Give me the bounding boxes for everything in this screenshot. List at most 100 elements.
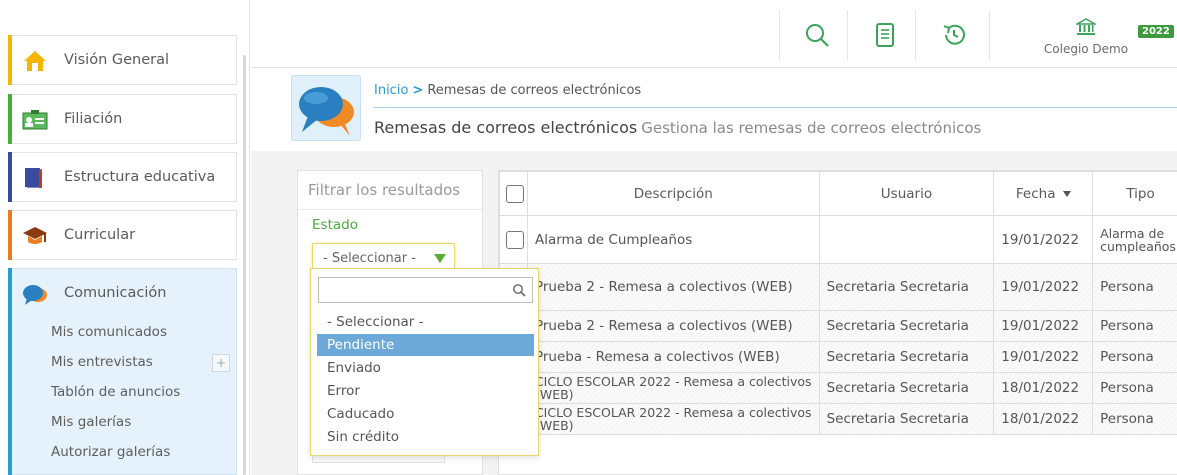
table-row[interactable]: CICLO ESCOLAR 2022 - Remesa a colectivos… <box>499 403 1177 435</box>
sidebar-subitem-autorizar-galerias[interactable]: Autorizar galerías <box>51 444 170 460</box>
graduation-cap-icon <box>23 227 47 244</box>
table-row[interactable]: Prueba 2 - Remesa a colectivos (WEB) Sec… <box>499 310 1177 342</box>
dropdown-search-input[interactable] <box>318 277 533 303</box>
column-header-usuario[interactable]: Usuario <box>818 171 995 216</box>
module-icon-box <box>291 75 361 141</box>
column-header-fecha[interactable]: Fecha <box>993 171 1094 216</box>
cell-usuario: Secretaria Secretaria <box>818 341 995 373</box>
cell-usuario: Secretaria Secretaria <box>818 403 995 435</box>
sidebar-item-color-bar <box>8 94 12 144</box>
sidebar-item-estructura-educativa[interactable]: Estructura educativa <box>8 152 237 202</box>
sidebar-scrollbar[interactable] <box>243 55 246 475</box>
filter-title: Filtrar los resultados <box>308 181 461 199</box>
chat-bubbles-icon <box>299 87 354 136</box>
cell-tipo: Persona <box>1092 310 1177 342</box>
school-name: Colegio Demo <box>1043 42 1129 56</box>
cell-tipo: Persona <box>1092 403 1177 435</box>
page-title-text: Remesas de correos electrónicos <box>374 118 638 137</box>
divider <box>915 10 916 60</box>
row-checkbox[interactable] <box>506 230 524 249</box>
cell-fecha: 18/01/2022 <box>993 403 1094 435</box>
sidebar-item-comunicacion[interactable]: Comunicación Mis comunicados Mis entrevi… <box>8 268 237 475</box>
dropdown-option-highlighted[interactable]: Pendiente <box>317 334 534 356</box>
dropdown-option[interactable]: Sin crédito <box>317 426 534 448</box>
sidebar-item-filiacion[interactable]: Filiación <box>8 94 237 144</box>
content-header: Inicio > Remesas de correos electrónicos R… <box>251 69 1177 151</box>
cell-fecha: 19/01/2022 <box>993 310 1094 342</box>
sidebar-subitem-mis-entrevistas[interactable]: Mis entrevistas <box>51 354 153 370</box>
column-header-descripcion[interactable]: Descripción <box>526 171 820 216</box>
divider <box>847 10 848 60</box>
top-bar: Colegio Demo <box>251 0 1177 68</box>
school-building-icon <box>1074 18 1098 35</box>
sidebar-subitem-tablon-anuncios[interactable]: Tablón de anuncios <box>51 384 180 400</box>
divider <box>989 10 990 60</box>
table-row[interactable]: CICLO ESCOLAR 2022 - Remesa a colectivos… <box>499 372 1177 404</box>
id-card-icon <box>22 110 48 130</box>
divider <box>298 209 482 210</box>
column-header-tipo[interactable]: Tipo <box>1092 171 1177 216</box>
dropdown-option[interactable]: Caducado <box>317 403 534 425</box>
cell-descripcion: Prueba - Remesa a colectivos (WEB) <box>526 341 820 373</box>
chevron-down-icon <box>434 254 446 263</box>
cell-tipo: Persona <box>1092 372 1177 404</box>
table-row[interactable]: Alarma de Cumpleaños 19/01/2022 Alarma d… <box>499 215 1177 264</box>
document-icon[interactable] <box>872 22 898 48</box>
cell-fecha: 18/01/2022 <box>993 372 1094 404</box>
breadcrumb-home-link[interactable]: Inicio <box>374 83 408 98</box>
books-icon <box>25 168 42 188</box>
sort-desc-icon <box>1062 190 1071 197</box>
cell-descripcion: Prueba 2 - Remesa a colectivos (WEB) <box>526 263 820 311</box>
search-icon[interactable] <box>804 22 830 48</box>
add-entrevista-button[interactable]: + <box>212 354 230 372</box>
chat-bubbles-icon <box>23 285 47 305</box>
sidebar-item-color-bar <box>8 152 12 202</box>
dropdown-option[interactable]: - Seleccionar - <box>317 311 534 333</box>
sidebar-item-label: Curricular <box>64 227 136 243</box>
cell-usuario: Secretaria Secretaria <box>818 263 995 311</box>
column-header-fecha-label: Fecha <box>1015 185 1056 202</box>
cell-usuario: Secretaria Secretaria <box>818 310 995 342</box>
table-header-row: Descripción Usuario Fecha Tipo <box>499 171 1177 216</box>
row-select-cell <box>499 215 528 264</box>
history-icon[interactable] <box>941 22 967 48</box>
sidebar-subitem-mis-galerias[interactable]: Mis galerías <box>51 414 131 430</box>
table-row[interactable]: Prueba 2 - Remesa a colectivos (WEB) Sec… <box>499 263 1177 311</box>
sidebar-item-curricular[interactable]: Curricular <box>8 210 237 260</box>
results-table: Descripción Usuario Fecha Tipo Alarma de… <box>499 171 1177 435</box>
sidebar-subitem-mis-comunicados[interactable]: Mis comunicados <box>51 324 167 340</box>
breadcrumb: Inicio > Remesas de correos electrónicos <box>374 83 641 98</box>
cell-fecha: 19/01/2022 <box>993 215 1094 264</box>
cell-fecha: 19/01/2022 <box>993 263 1094 311</box>
results-table-container: Descripción Usuario Fecha Tipo Alarma de… <box>498 170 1177 475</box>
search-icon <box>513 284 526 297</box>
dropdown-option[interactable]: Enviado <box>317 357 534 379</box>
dropdown-option[interactable]: Error <box>317 380 534 402</box>
breadcrumb-current: Remesas de correos electrónicos <box>427 83 642 98</box>
select-all-checkbox[interactable] <box>506 184 524 203</box>
home-icon <box>24 51 46 71</box>
cell-tipo: Persona <box>1092 341 1177 373</box>
sidebar-item-label: Estructura educativa <box>64 169 216 185</box>
sidebar-item-vision-general[interactable]: Visión General <box>8 35 237 85</box>
cell-tipo: Persona <box>1092 263 1177 311</box>
sidebar-item-color-bar <box>8 268 12 475</box>
estado-select-value: - Seleccionar - <box>323 251 416 266</box>
breadcrumb-separator: > <box>412 83 424 98</box>
sidebar-item-label: Comunicación <box>64 285 167 301</box>
school-selector[interactable]: Colegio Demo <box>1031 18 1141 56</box>
cell-usuario <box>818 215 995 264</box>
cell-descripcion: CICLO ESCOLAR 2022 - Remesa a colectivos… <box>526 372 820 404</box>
table-row[interactable]: Prueba - Remesa a colectivos (WEB) Secre… <box>499 341 1177 373</box>
cell-descripcion: Alarma de Cumpleaños <box>526 215 820 264</box>
cell-tipo: Alarma de cumpleaños <box>1092 215 1177 264</box>
year-badge[interactable]: 2022 <box>1138 25 1174 38</box>
sidebar-item-label: Visión General <box>64 52 170 68</box>
estado-label: Estado <box>312 217 358 233</box>
divider <box>779 10 780 60</box>
page-title: Remesas de correos electrónicos Gestiona … <box>374 118 981 137</box>
cell-usuario: Secretaria Secretaria <box>818 372 995 404</box>
cell-descripcion: Prueba 2 - Remesa a colectivos (WEB) <box>526 310 820 342</box>
estado-dropdown: - Seleccionar - Pendiente Enviado Error … <box>310 268 539 456</box>
cell-fecha: 19/01/2022 <box>993 341 1094 373</box>
